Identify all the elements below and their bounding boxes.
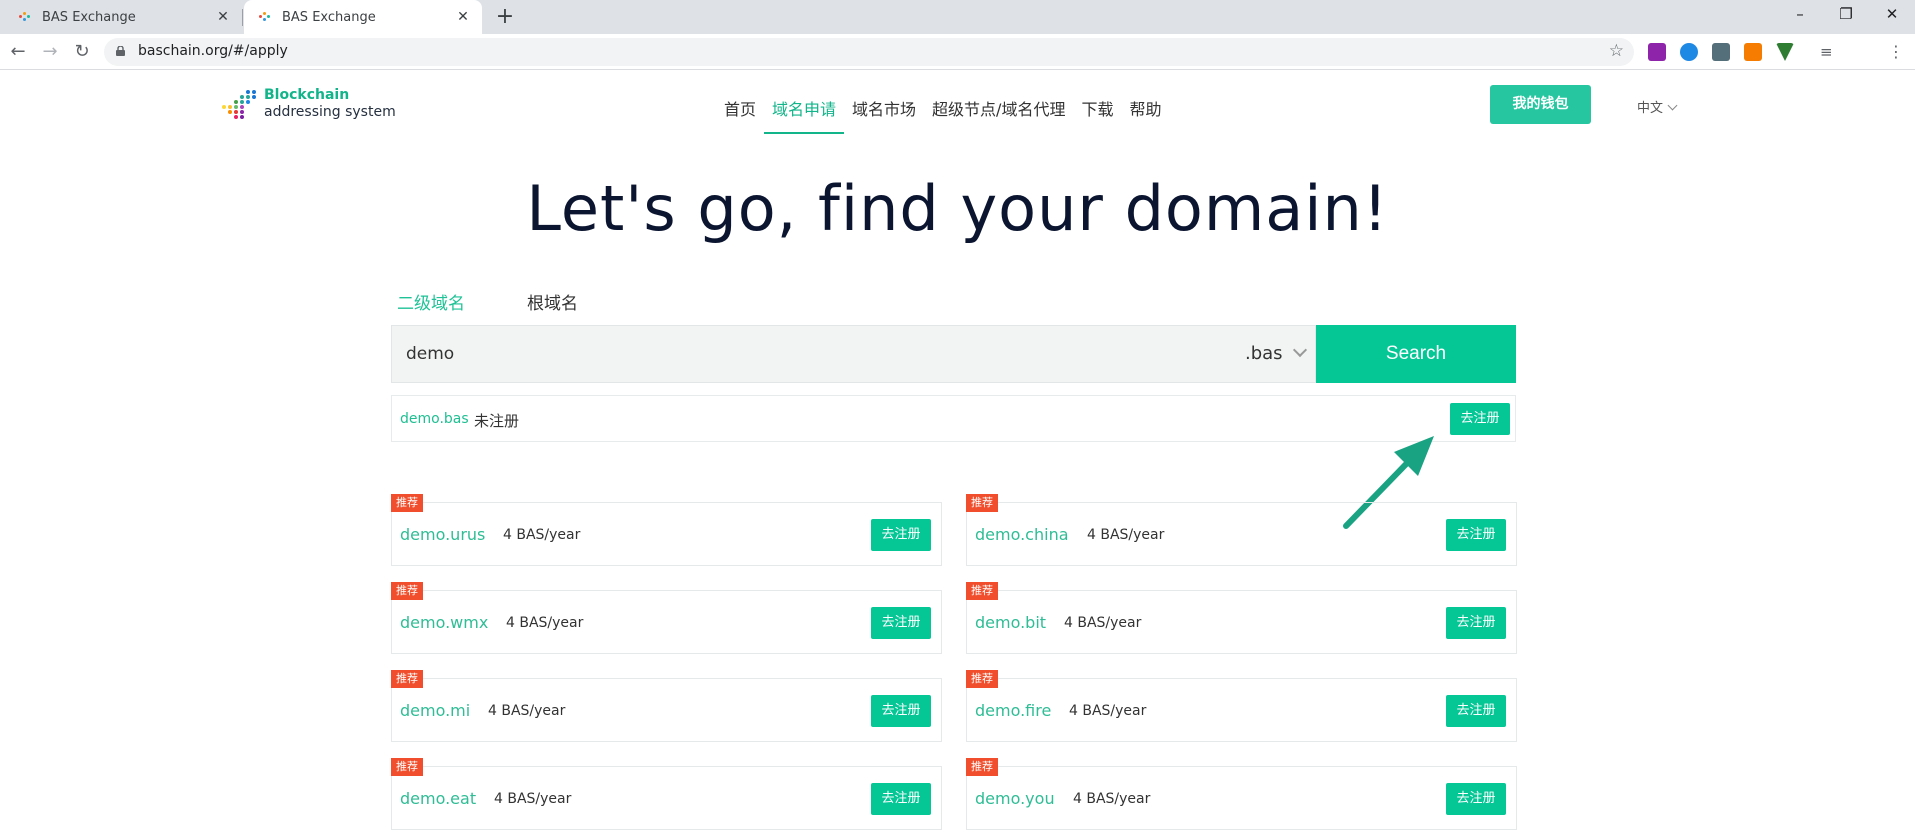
suggestion-card: 推荐 demo.bit 4 BAS/year 去注册	[966, 582, 1517, 654]
suggestion-price: 4 BAS/year	[503, 527, 581, 543]
suggestion-price: 4 BAS/year	[488, 703, 566, 719]
browser-toolbar: ← → ↻ baschain.org/#/apply ☆ ≡ ⋮	[0, 34, 1915, 70]
browser-tab[interactable]: BAS Exchange ✕	[0, 0, 242, 34]
url-text: baschain.org/#/apply	[138, 43, 288, 59]
address-bar[interactable]: baschain.org/#/apply ☆	[104, 38, 1634, 66]
recommend-badge: 推荐	[966, 582, 998, 600]
nav-download[interactable]: 下载	[1081, 96, 1113, 134]
suggestion-card: 推荐 demo.urus 4 BAS/year 去注册	[391, 494, 942, 566]
site-logo[interactable]: Blockchain addressing system	[222, 86, 396, 122]
register-button[interactable]: 去注册	[1446, 519, 1506, 551]
language-label: 中文	[1637, 101, 1664, 116]
logo-dots-icon	[222, 86, 258, 122]
main-nav: 首页 域名申请 域名市场 超级节点/域名代理 下载 帮助	[724, 96, 1177, 134]
tab-title: BAS Exchange	[282, 9, 376, 25]
recommend-badge: 推荐	[966, 758, 998, 776]
suggestion-card: 推荐 demo.mi 4 BAS/year 去注册	[391, 670, 942, 742]
reload-icon[interactable]: ↻	[70, 40, 94, 64]
recommend-badge: 推荐	[966, 670, 998, 688]
chevron-down-icon	[1292, 342, 1307, 358]
extension-icon[interactable]	[1712, 43, 1730, 61]
recommend-badge: 推荐	[391, 494, 423, 512]
tab-label: 二级域名	[397, 294, 465, 314]
recommend-badge: 推荐	[391, 582, 423, 600]
window-close-icon[interactable]: ✕	[1869, 0, 1915, 30]
close-tab-icon[interactable]: ✕	[454, 8, 472, 26]
menu-kebab-icon[interactable]: ⋮	[1887, 43, 1905, 61]
nav-domain-apply[interactable]: 域名申请	[764, 96, 845, 134]
suggestion-domain[interactable]: demo.you	[975, 789, 1055, 808]
page-title: Let's go, find your domain!	[526, 172, 1389, 245]
recommend-badge: 推荐	[966, 494, 998, 512]
bookmark-star-icon[interactable]: ☆	[1609, 41, 1624, 61]
suggestion-card: 推荐 demo.wmx 4 BAS/year 去注册	[391, 582, 942, 654]
close-tab-icon[interactable]: ✕	[214, 8, 232, 26]
result-domain[interactable]: demo.bas	[400, 411, 469, 427]
tab-second-level-domain[interactable]: 二级域名	[391, 284, 517, 324]
minimize-icon[interactable]: –	[1777, 0, 1823, 30]
logo-title: Blockchain	[264, 87, 350, 103]
nav-home[interactable]: 首页	[724, 96, 756, 134]
recommend-badge: 推荐	[391, 758, 423, 776]
suggestion-card: 推荐 demo.fire 4 BAS/year 去注册	[966, 670, 1517, 742]
suggestion-price: 4 BAS/year	[494, 791, 572, 807]
nav-help[interactable]: 帮助	[1129, 96, 1161, 134]
site-favicon-icon	[18, 10, 32, 24]
register-button[interactable]: 去注册	[1446, 607, 1506, 639]
register-button[interactable]: 去注册	[871, 783, 931, 815]
suggestion-price: 4 BAS/year	[1087, 527, 1165, 543]
search-field	[391, 325, 1316, 383]
lock-icon	[116, 46, 125, 56]
result-status: 未注册	[474, 412, 520, 430]
suggestion-price: 4 BAS/year	[1073, 791, 1151, 807]
suggestion-domain[interactable]: demo.urus	[400, 525, 485, 544]
extension-icon[interactable]	[1680, 43, 1698, 61]
suggestion-card: 推荐 demo.eat 4 BAS/year 去注册	[391, 758, 942, 830]
chevron-down-icon	[1667, 100, 1678, 111]
register-button[interactable]: 去注册	[871, 695, 931, 727]
register-button[interactable]: 去注册	[1450, 403, 1510, 435]
extension-icon[interactable]	[1648, 43, 1666, 61]
nav-super-node[interactable]: 超级节点/域名代理	[932, 96, 1065, 134]
register-button[interactable]: 去注册	[871, 607, 931, 639]
restore-icon[interactable]: ❐	[1823, 0, 1869, 30]
domain-search-input[interactable]	[392, 326, 1192, 382]
forward-icon[interactable]: →	[38, 40, 62, 64]
suggestion-domain[interactable]: demo.fire	[975, 701, 1051, 720]
suggestion-price: 4 BAS/year	[1064, 615, 1142, 631]
browser-tab-bar: BAS Exchange ✕ BAS Exchange ✕ + – ❐ ✕	[0, 0, 1915, 34]
new-tab-icon[interactable]: +	[492, 4, 518, 30]
suggestion-card: 推荐 demo.china 4 BAS/year 去注册	[966, 494, 1517, 566]
suggestion-price: 4 BAS/year	[1069, 703, 1147, 719]
recommend-badge: 推荐	[391, 670, 423, 688]
suggestion-domain[interactable]: demo.china	[975, 525, 1069, 544]
register-button[interactable]: 去注册	[1446, 695, 1506, 727]
metamask-fox-icon[interactable]	[1744, 43, 1762, 61]
tab-label: 根域名	[527, 294, 578, 314]
back-icon[interactable]: ←	[6, 40, 30, 64]
browser-tab-active[interactable]: BAS Exchange ✕	[244, 0, 482, 34]
register-button[interactable]: 去注册	[871, 519, 931, 551]
tab-root-domain[interactable]: 根域名	[521, 284, 651, 324]
suffix-value: .bas	[1245, 343, 1283, 364]
suggestion-card: 推荐 demo.you 4 BAS/year 去注册	[966, 758, 1517, 830]
suggestion-domain[interactable]: demo.bit	[975, 613, 1046, 632]
my-wallet-button[interactable]: 我的钱包	[1490, 85, 1591, 124]
language-select[interactable]: 中文	[1637, 97, 1678, 116]
tab-divider	[242, 9, 243, 26]
media-control-icon[interactable]: ≡	[1820, 43, 1838, 61]
vue-devtools-icon[interactable]	[1776, 43, 1794, 61]
suggestion-domain[interactable]: demo.mi	[400, 701, 470, 720]
suggestion-domain[interactable]: demo.wmx	[400, 613, 488, 632]
register-button[interactable]: 去注册	[1446, 783, 1506, 815]
nav-domain-market[interactable]: 域名市场	[852, 96, 916, 134]
tab-title: BAS Exchange	[42, 9, 136, 25]
logo-subtitle: addressing system	[264, 104, 396, 120]
suggestion-domain[interactable]: demo.eat	[400, 789, 476, 808]
site-favicon-icon	[258, 10, 272, 24]
suggestion-price: 4 BAS/year	[506, 615, 584, 631]
domain-search-form: .bas Search	[391, 325, 1516, 383]
suffix-select[interactable]: .bas	[1245, 325, 1307, 383]
search-button[interactable]: Search	[1316, 325, 1516, 383]
